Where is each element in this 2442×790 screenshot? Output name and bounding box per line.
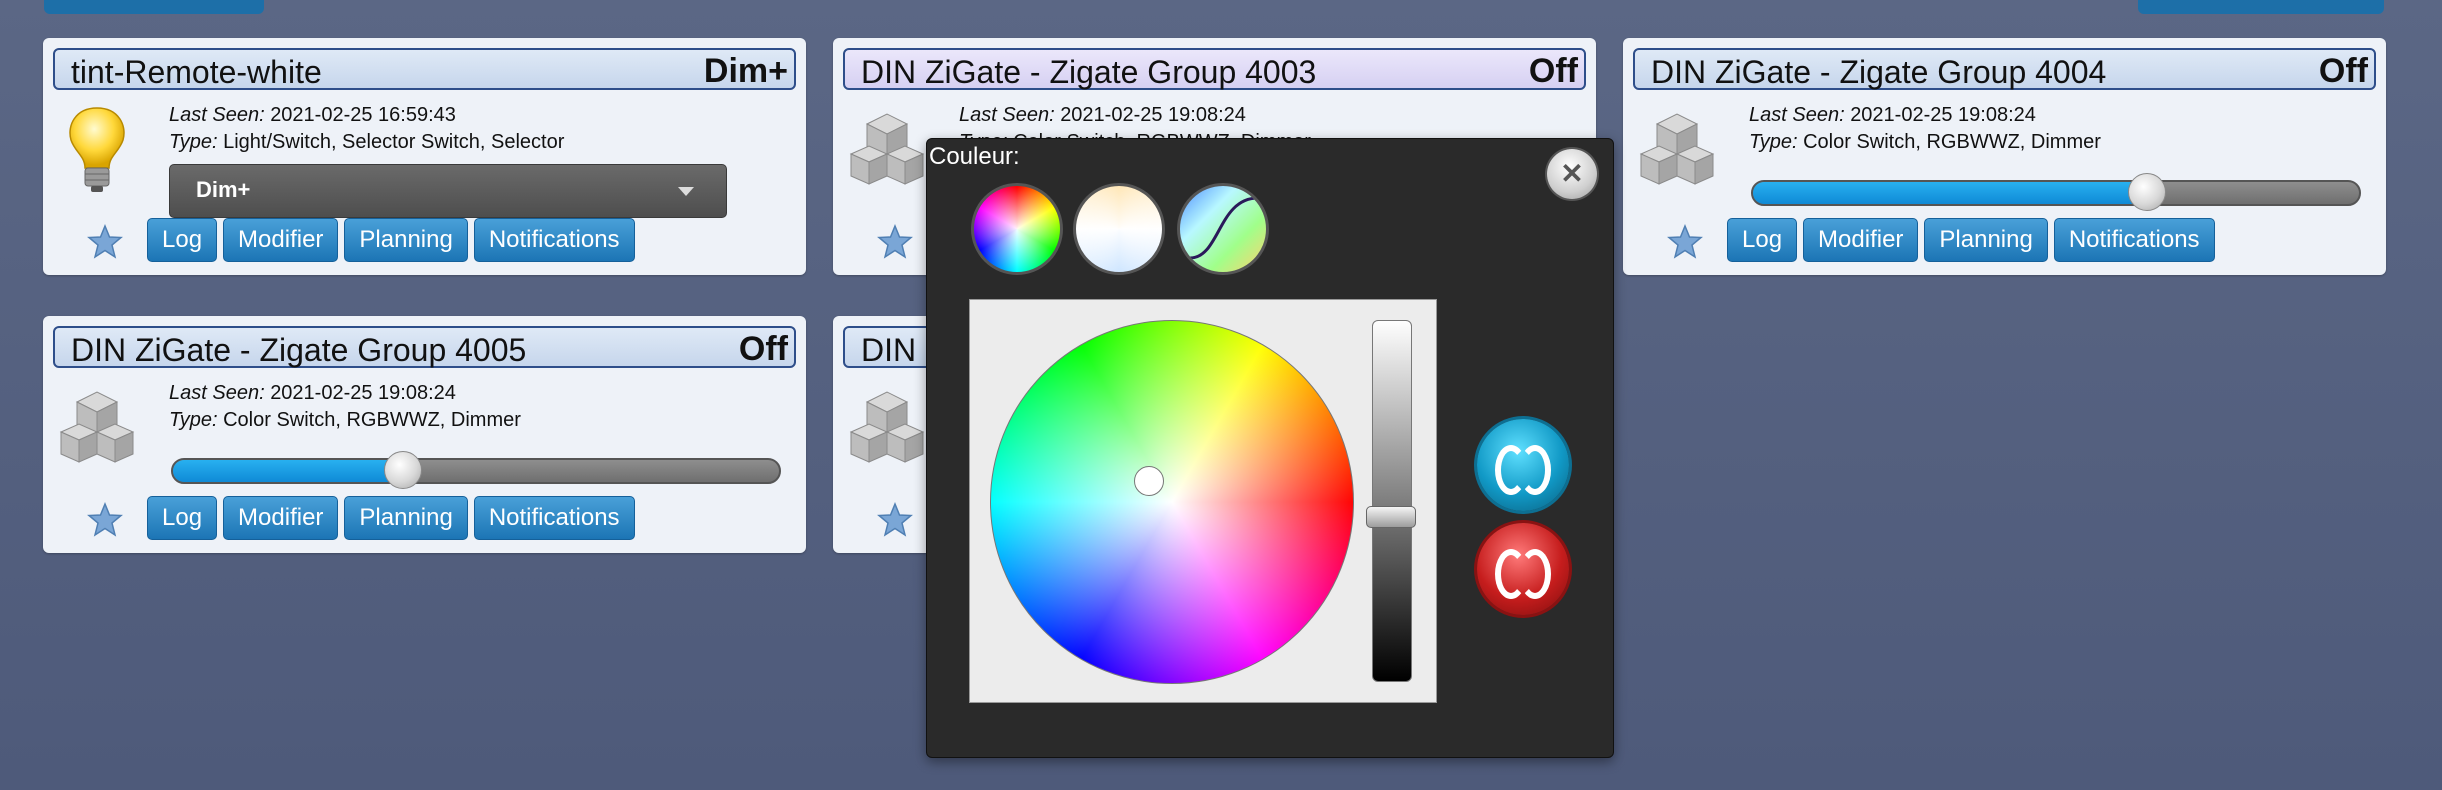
device-status: Dim+ (703, 52, 788, 90)
type-label: Type: (1749, 131, 1798, 153)
card-header[interactable]: DIN ZiGate - Zigate Group 4003 Off (843, 48, 1586, 90)
notifications-button[interactable]: Notifications (2053, 218, 2215, 262)
cubes-icon[interactable] (847, 104, 927, 194)
star-favorite-icon[interactable] (877, 224, 913, 260)
device-info: Last Seen: 2021-02-25 19:08:24 Type: Col… (1749, 102, 2101, 156)
log-button[interactable]: Log (147, 218, 218, 262)
modifier-button[interactable]: Modifier (1803, 218, 1919, 262)
card-actions: Log Modifier Planning Notifications (147, 496, 635, 540)
apply-color-button[interactable] (1477, 419, 1569, 511)
popup-title: Couleur: (929, 143, 1020, 170)
dimmer-slider-knob[interactable] (384, 451, 423, 489)
last-seen-value: 2021-02-25 19:08:24 (1850, 104, 2036, 126)
planning-button[interactable]: Planning (1924, 218, 2048, 262)
device-name: DIN ZiGate - Zigate Group 4005 (71, 332, 527, 368)
dimmer-slider-knob[interactable] (2127, 173, 2166, 211)
device-card-group-4004: DIN ZiGate - Zigate Group 4004 Off Last … (1623, 38, 2386, 275)
top-left-button[interactable] (44, 0, 264, 14)
cubes-icon[interactable] (847, 382, 927, 472)
dimmer-slider-fill (1753, 182, 2147, 204)
last-seen-label: Last Seen: (169, 382, 265, 404)
type-value: Light/Switch, Selector Switch, Selector (223, 131, 565, 153)
type-value: Color Switch, RGBWWZ, Dimmer (1803, 131, 2101, 153)
device-card-group-4005: DIN ZiGate - Zigate Group 4005 Off Last … (43, 316, 806, 553)
star-favorite-icon[interactable] (87, 224, 123, 260)
card-actions: Log Modifier Planning Notifications (1727, 218, 2215, 262)
device-name: DIN ZiGate - Zigate Group 4004 (1651, 54, 2107, 90)
notifications-button[interactable]: Notifications (473, 496, 635, 540)
rgb-mode-icon[interactable] (971, 183, 1063, 275)
star-favorite-icon[interactable] (877, 502, 913, 538)
type-label: Type: (169, 131, 218, 153)
dimmer-slider[interactable] (171, 451, 781, 489)
chevron-down-icon (678, 187, 694, 196)
temperature-mode-icon[interactable] (1177, 183, 1269, 275)
temperature-curve-icon (1189, 196, 1259, 260)
last-seen-value: 2021-02-25 19:08:24 (270, 382, 456, 404)
card-header[interactable]: tint-Remote-white Dim+ (53, 48, 796, 90)
device-card-tint-remote-white: tint-Remote-white Dim+ Last Seen: 2021-0… (43, 38, 806, 275)
planning-button[interactable]: Planning (344, 496, 468, 540)
selector-dropdown[interactable]: Dim+ (169, 164, 727, 218)
color-wheel[interactable] (990, 320, 1354, 684)
card-actions: Log Modifier Planning Notifications (147, 218, 635, 262)
dimmer-slider-fill (173, 460, 404, 482)
log-button[interactable]: Log (147, 496, 218, 540)
lightbulb-icon[interactable] (57, 104, 137, 194)
last-seen-value: 2021-02-25 19:08:24 (1060, 104, 1246, 126)
selector-value: Dim+ (196, 177, 251, 202)
brightness-slider[interactable] (1372, 320, 1412, 682)
last-seen-label: Last Seen: (1749, 104, 1845, 126)
last-seen-label: Last Seen: (959, 104, 1055, 126)
notifications-button[interactable]: Notifications (473, 218, 635, 262)
device-name: DIN (861, 332, 917, 368)
star-favorite-icon[interactable] (1667, 224, 1703, 260)
type-value: Color Switch, RGBWWZ, Dimmer (223, 409, 521, 431)
color-picker-popup: Couleur: (926, 138, 1614, 758)
planning-button[interactable]: Planning (344, 218, 468, 262)
close-icon[interactable] (1547, 149, 1597, 199)
white-mode-icon[interactable] (1073, 183, 1165, 275)
type-label: Type: (169, 409, 218, 431)
modifier-button[interactable]: Modifier (223, 496, 339, 540)
device-name: tint-Remote-white (71, 54, 322, 90)
last-seen-label: Last Seen: (169, 104, 265, 126)
last-seen-value: 2021-02-25 16:59:43 (270, 104, 456, 126)
device-status: Off (738, 330, 788, 368)
cubes-icon[interactable] (1637, 104, 1717, 194)
cancel-color-button[interactable] (1477, 523, 1569, 615)
cubes-icon[interactable] (57, 382, 137, 472)
device-info: Last Seen: 2021-02-25 19:08:24 Type: Col… (169, 380, 521, 434)
device-info: Last Seen: 2021-02-25 16:59:43 Type: Lig… (169, 102, 564, 156)
star-favorite-icon[interactable] (87, 502, 123, 538)
color-picker-panel (969, 299, 1437, 703)
brightness-slider-knob[interactable] (1366, 505, 1416, 528)
color-wheel-marker[interactable] (1134, 466, 1164, 496)
dimmer-slider[interactable] (1751, 173, 2361, 211)
log-button[interactable]: Log (1727, 218, 1798, 262)
device-status: Off (1528, 52, 1578, 90)
device-name: DIN ZiGate - Zigate Group 4003 (861, 54, 1317, 90)
card-header[interactable]: DIN ZiGate - Zigate Group 4004 Off (1633, 48, 2376, 90)
device-status: Off (2318, 52, 2368, 90)
top-right-button[interactable] (2138, 0, 2384, 14)
modifier-button[interactable]: Modifier (223, 218, 339, 262)
card-header[interactable]: DIN ZiGate - Zigate Group 4005 Off (53, 326, 796, 368)
